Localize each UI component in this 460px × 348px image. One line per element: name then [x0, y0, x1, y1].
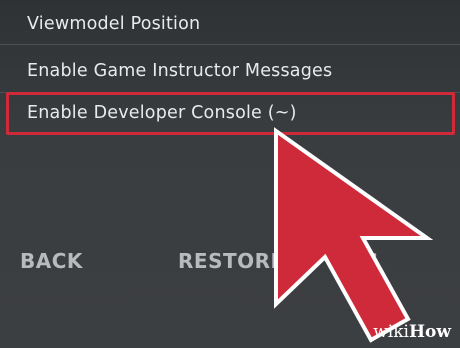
watermark-wiki: wiki [373, 322, 409, 342]
arrow-pointer-icon [274, 127, 434, 343]
wikihow-watermark: wikiHow [373, 322, 451, 342]
watermark-how: How [408, 322, 451, 342]
